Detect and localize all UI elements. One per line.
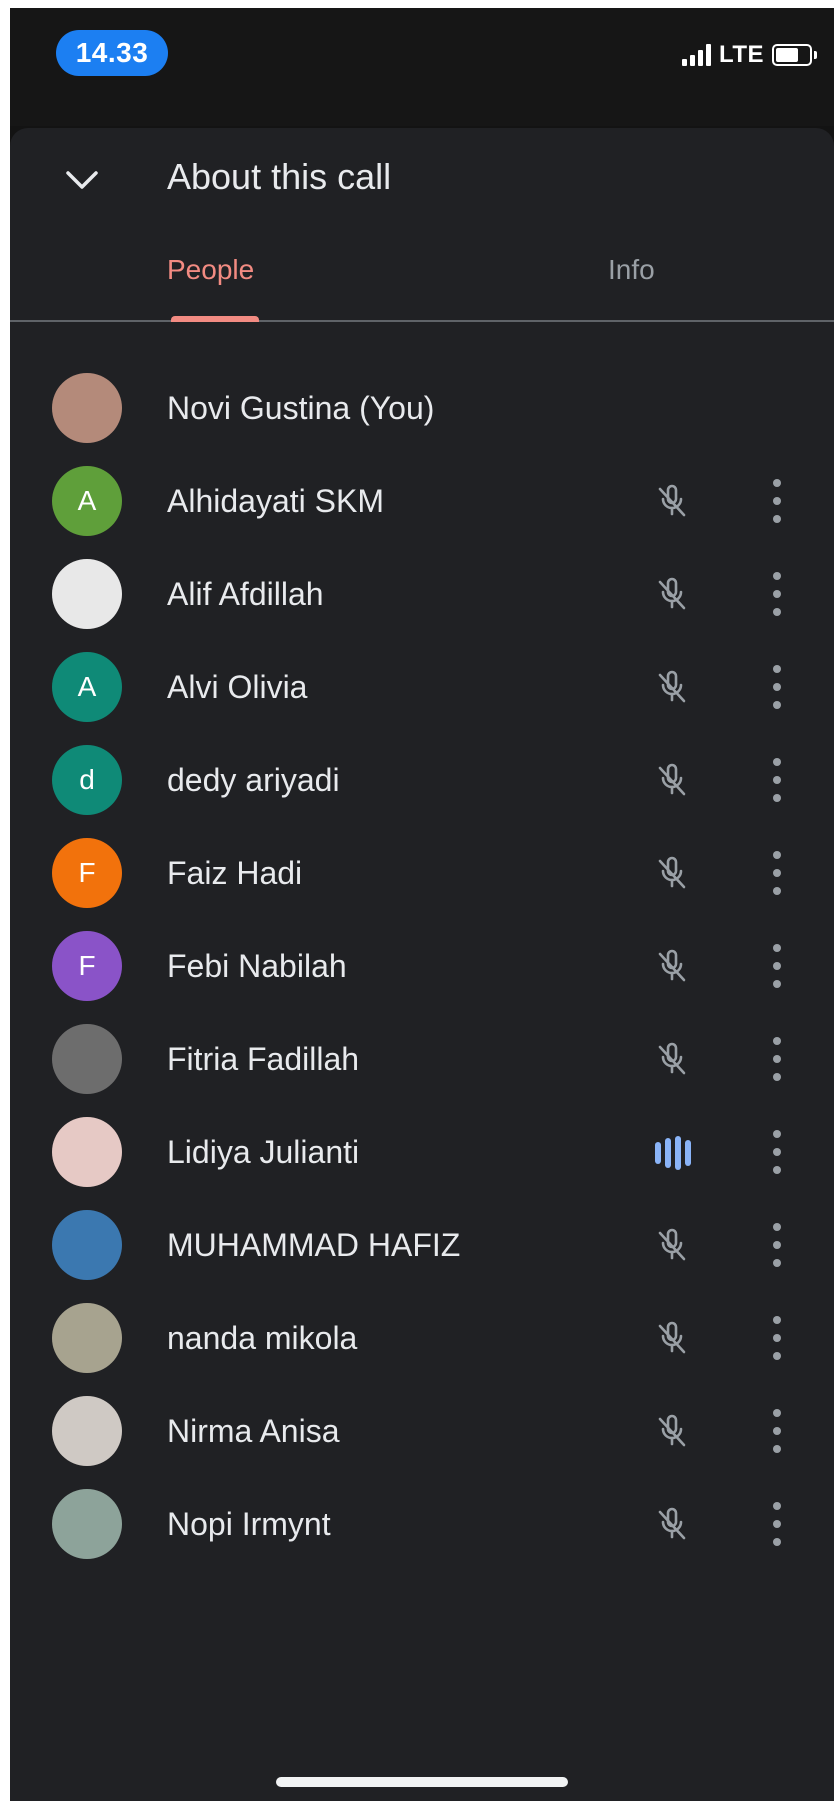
- avatar: F: [52, 838, 122, 908]
- participant-row[interactable]: F Febi Nabilah: [10, 914, 834, 1018]
- mic-off-icon: [652, 481, 692, 521]
- mic-off-icon: [652, 667, 692, 707]
- avatar: [52, 1489, 122, 1559]
- participant-row[interactable]: A Alvi Olivia: [10, 635, 834, 739]
- phone-screen: 14.33 LTE About this call People Info No…: [10, 8, 834, 1801]
- participant-name: Alvi Olivia: [167, 669, 308, 705]
- participant-name: MUHAMMAD HAFIZ: [167, 1227, 461, 1263]
- avatar: [52, 559, 122, 629]
- avatar: A: [52, 652, 122, 722]
- more-options-icon[interactable]: [770, 1223, 784, 1267]
- status-indicators: LTE: [681, 38, 817, 72]
- participant-name: Nirma Anisa: [167, 1413, 340, 1449]
- participant-row[interactable]: Fitria Fadillah: [10, 1007, 834, 1111]
- participant-row[interactable]: Novi Gustina (You): [10, 356, 834, 460]
- mic-off-icon: [652, 853, 692, 893]
- status-bar: 14.33 LTE: [10, 8, 834, 126]
- participant-row[interactable]: Nopi Irmynt: [10, 1472, 834, 1576]
- more-options-icon[interactable]: [770, 665, 784, 709]
- participant-name: Nopi Irmynt: [167, 1506, 331, 1542]
- participant-name: Novi Gustina (You): [167, 390, 435, 426]
- status-time[interactable]: 14.33: [56, 30, 168, 76]
- participant-row[interactable]: Alif Afdillah: [10, 542, 834, 646]
- participant-row[interactable]: d dedy ariyadi: [10, 728, 834, 832]
- participant-row[interactable]: A Alhidayati SKM: [10, 449, 834, 553]
- chevron-down-icon[interactable]: [62, 160, 102, 200]
- avatar: [52, 1117, 122, 1187]
- avatar: [52, 1210, 122, 1280]
- participant-name: Febi Nabilah: [167, 948, 347, 984]
- mic-off-icon: [652, 1318, 692, 1358]
- avatar: [52, 1303, 122, 1373]
- active-tab-indicator: [171, 316, 259, 322]
- avatar: d: [52, 745, 122, 815]
- avatar: [52, 1024, 122, 1094]
- participant-row[interactable]: nanda mikola: [10, 1286, 834, 1390]
- mic-off-icon: [652, 1504, 692, 1544]
- sheet-title: About this call: [167, 156, 392, 197]
- participant-name: Fitria Fadillah: [167, 1041, 360, 1077]
- participant-name: nanda mikola: [167, 1320, 358, 1356]
- tab-bar: People Info: [10, 240, 834, 322]
- more-options-icon[interactable]: [770, 572, 784, 616]
- participant-name: Alif Afdillah: [167, 576, 324, 612]
- participant-name: dedy ariyadi: [167, 762, 340, 798]
- about-call-sheet: About this call People Info Novi Gustina…: [10, 128, 834, 1801]
- mic-off-icon: [652, 574, 692, 614]
- avatar: A: [52, 466, 122, 536]
- mic-off-icon: [652, 946, 692, 986]
- more-options-icon[interactable]: [770, 479, 784, 523]
- mic-off-icon: [652, 760, 692, 800]
- participant-row[interactable]: MUHAMMAD HAFIZ: [10, 1193, 834, 1297]
- participant-name: Alhidayati SKM: [167, 483, 384, 519]
- avatar: F: [52, 931, 122, 1001]
- signal-icon: [681, 44, 711, 66]
- battery-icon: [772, 44, 817, 66]
- avatar: [52, 373, 122, 443]
- more-options-icon[interactable]: [770, 1409, 784, 1453]
- participant-name: Lidiya Julianti: [167, 1134, 360, 1170]
- sheet-header: About this call: [10, 128, 834, 228]
- more-options-icon[interactable]: [770, 1037, 784, 1081]
- tab-people[interactable]: People: [167, 254, 254, 286]
- more-options-icon[interactable]: [770, 944, 784, 988]
- tab-info[interactable]: Info: [608, 254, 655, 286]
- mic-off-icon: [652, 1039, 692, 1079]
- speaking-indicator-icon: [655, 1136, 695, 1170]
- more-options-icon[interactable]: [770, 1130, 784, 1174]
- mic-off-icon: [652, 1225, 692, 1265]
- more-options-icon[interactable]: [770, 758, 784, 802]
- network-type: LTE: [718, 41, 764, 68]
- avatar: [52, 1396, 122, 1466]
- mic-off-icon: [652, 1411, 692, 1451]
- participant-row[interactable]: Lidiya Julianti: [10, 1100, 834, 1204]
- more-options-icon[interactable]: [770, 1502, 784, 1546]
- home-indicator[interactable]: [276, 1777, 568, 1787]
- participant-row[interactable]: F Faiz Hadi: [10, 821, 834, 925]
- participant-name: Faiz Hadi: [167, 855, 303, 891]
- more-options-icon[interactable]: [770, 1316, 784, 1360]
- participant-row[interactable]: Nirma Anisa: [10, 1379, 834, 1483]
- more-options-icon[interactable]: [770, 851, 784, 895]
